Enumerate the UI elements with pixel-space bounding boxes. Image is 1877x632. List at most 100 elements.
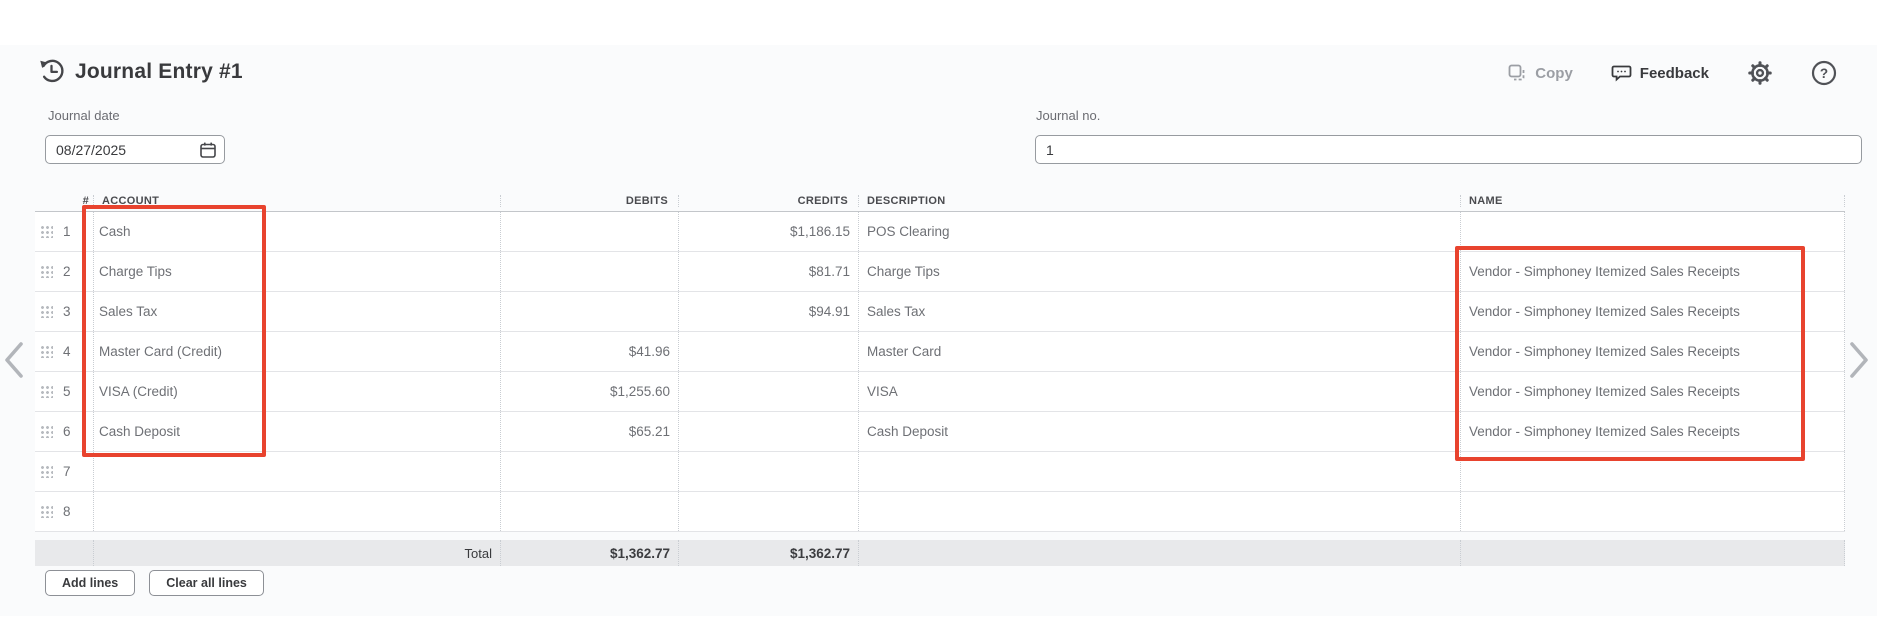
cell-name[interactable]: Vendor - Simphoney Itemized Sales Receip… (1460, 372, 1845, 411)
cell-debits[interactable] (500, 292, 678, 331)
header-description: DESCRIPTION (858, 194, 1460, 207)
table-body: 1 Cash $1,186.15 POS Clearing 2 Charge Tips $8… (35, 212, 1845, 532)
drag-handle-icon[interactable] (35, 292, 58, 331)
row-number: 3 (63, 304, 71, 319)
table-row: 1 Cash $1,186.15 POS Clearing (35, 212, 1845, 252)
table-row: 3 Sales Tax $94.91 Sales Tax Vendor - Simpho… (35, 292, 1845, 332)
cell-description[interactable]: Sales Tax (858, 292, 1460, 331)
cell-description[interactable]: POS Clearing (858, 212, 1460, 251)
scroll-right-chevron-icon[interactable] (1843, 338, 1873, 382)
drag-handle-icon[interactable] (35, 372, 58, 411)
cell-debits[interactable] (500, 452, 678, 491)
journal-lines-table: # ACCOUNT DEBITS CREDITS DESCRIPTION NAM… (35, 190, 1845, 566)
table-row: 8 (35, 492, 1845, 532)
svg-text:?: ? (1820, 66, 1828, 81)
drag-dots (40, 345, 53, 358)
history-clock-icon[interactable] (38, 58, 65, 85)
journal-no-input[interactable] (1035, 135, 1862, 164)
page-header: Journal Entry #1 (38, 58, 243, 85)
cell-name[interactable]: Vendor - Simphoney Itemized Sales Receip… (1460, 332, 1845, 371)
feedback-button[interactable]: Feedback (1611, 63, 1709, 83)
cell-credits[interactable] (678, 452, 858, 491)
cell-debits[interactable]: $1,255.60 (500, 372, 678, 411)
drag-dots (40, 425, 53, 438)
cell-account[interactable] (93, 452, 500, 491)
cell-description[interactable]: VISA (858, 372, 1460, 411)
header-account: ACCOUNT (93, 194, 500, 207)
cell-credits[interactable]: $94.91 (678, 292, 858, 331)
cell-credits[interactable] (678, 372, 858, 411)
feedback-icon (1611, 63, 1632, 83)
table-row: 7 (35, 452, 1845, 492)
total-spacer (858, 540, 1460, 566)
total-label: Total (93, 540, 500, 566)
drag-dots (40, 225, 53, 238)
cell-name[interactable]: Vendor - Simphoney Itemized Sales Receip… (1460, 252, 1845, 291)
cell-credits[interactable]: $1,186.15 (678, 212, 858, 251)
header-name: NAME (1460, 194, 1845, 207)
cell-debits[interactable]: $41.96 (500, 332, 678, 371)
cell-debits[interactable] (500, 212, 678, 251)
drag-handle-icon[interactable] (35, 452, 58, 491)
settings-gear-icon[interactable] (1747, 60, 1773, 86)
total-spacer (1460, 540, 1845, 566)
row-number: 4 (63, 344, 71, 359)
journal-date-input[interactable] (45, 135, 225, 164)
header-credits: CREDITS (678, 194, 858, 207)
cell-name[interactable] (1460, 492, 1845, 531)
page-title: Journal Entry #1 (75, 59, 243, 83)
cell-credits[interactable] (678, 492, 858, 531)
journal-no-label: Journal no. (1036, 108, 1101, 123)
row-number: 5 (63, 384, 71, 399)
table-row: 4 Master Card (Credit) $41.96 Master Card Ve… (35, 332, 1845, 372)
cell-description[interactable]: Master Card (858, 332, 1460, 371)
table-header-row: # ACCOUNT DEBITS CREDITS DESCRIPTION NAM… (35, 190, 1845, 212)
drag-handle-icon[interactable] (35, 332, 58, 371)
cell-debits[interactable]: $65.21 (500, 412, 678, 451)
row-number: 8 (63, 504, 71, 519)
cell-credits[interactable]: $81.71 (678, 252, 858, 291)
clear-all-lines-button[interactable]: Clear all lines (149, 570, 264, 596)
cell-debits[interactable] (500, 252, 678, 291)
drag-handle-icon[interactable] (35, 412, 58, 451)
drag-dots (40, 505, 53, 518)
cell-description[interactable] (858, 492, 1460, 531)
scroll-left-chevron-icon[interactable] (0, 338, 30, 382)
copy-icon (1507, 63, 1527, 83)
table-footer-actions: Add lines Clear all lines (45, 570, 264, 596)
cell-account[interactable]: VISA (Credit) (93, 372, 500, 411)
drag-handle-icon[interactable] (35, 252, 58, 291)
journal-date-field (45, 135, 225, 166)
table-row: 6 Cash Deposit $65.21 Cash Deposit Vendor - … (35, 412, 1845, 452)
cell-account[interactable] (93, 492, 500, 531)
drag-handle-icon[interactable] (35, 492, 58, 531)
copy-label: Copy (1535, 64, 1573, 82)
cell-credits[interactable] (678, 412, 858, 451)
cell-account[interactable]: Cash (93, 212, 500, 251)
cell-description[interactable]: Charge Tips (858, 252, 1460, 291)
drag-dots (40, 305, 53, 318)
cell-credits[interactable] (678, 332, 858, 371)
drag-handle-icon[interactable] (35, 212, 58, 251)
cell-account[interactable]: Sales Tax (93, 292, 500, 331)
header-debits: DEBITS (500, 194, 678, 207)
add-lines-button[interactable]: Add lines (45, 570, 136, 596)
cell-description[interactable]: Cash Deposit (858, 412, 1460, 451)
header-actions: Copy Feedback ? (1507, 60, 1837, 86)
cell-name[interactable]: Vendor - Simphoney Itemized Sales Receip… (1460, 292, 1845, 331)
help-icon[interactable]: ? (1811, 60, 1837, 86)
total-credits: $1,362.77 (678, 540, 858, 566)
copy-button[interactable]: Copy (1507, 63, 1573, 83)
cell-debits[interactable] (500, 492, 678, 531)
cell-account[interactable]: Master Card (Credit) (93, 332, 500, 371)
feedback-label: Feedback (1639, 64, 1709, 82)
cell-name[interactable] (1460, 212, 1845, 251)
total-row: Total $1,362.77 $1,362.77 (35, 540, 1845, 566)
cell-account[interactable]: Cash Deposit (93, 412, 500, 451)
cell-name[interactable] (1460, 452, 1845, 491)
calendar-icon[interactable] (199, 141, 217, 159)
cell-description[interactable] (858, 452, 1460, 491)
cell-name[interactable]: Vendor - Simphoney Itemized Sales Receip… (1460, 412, 1845, 451)
cell-account[interactable]: Charge Tips (93, 252, 500, 291)
drag-dots (40, 465, 53, 478)
